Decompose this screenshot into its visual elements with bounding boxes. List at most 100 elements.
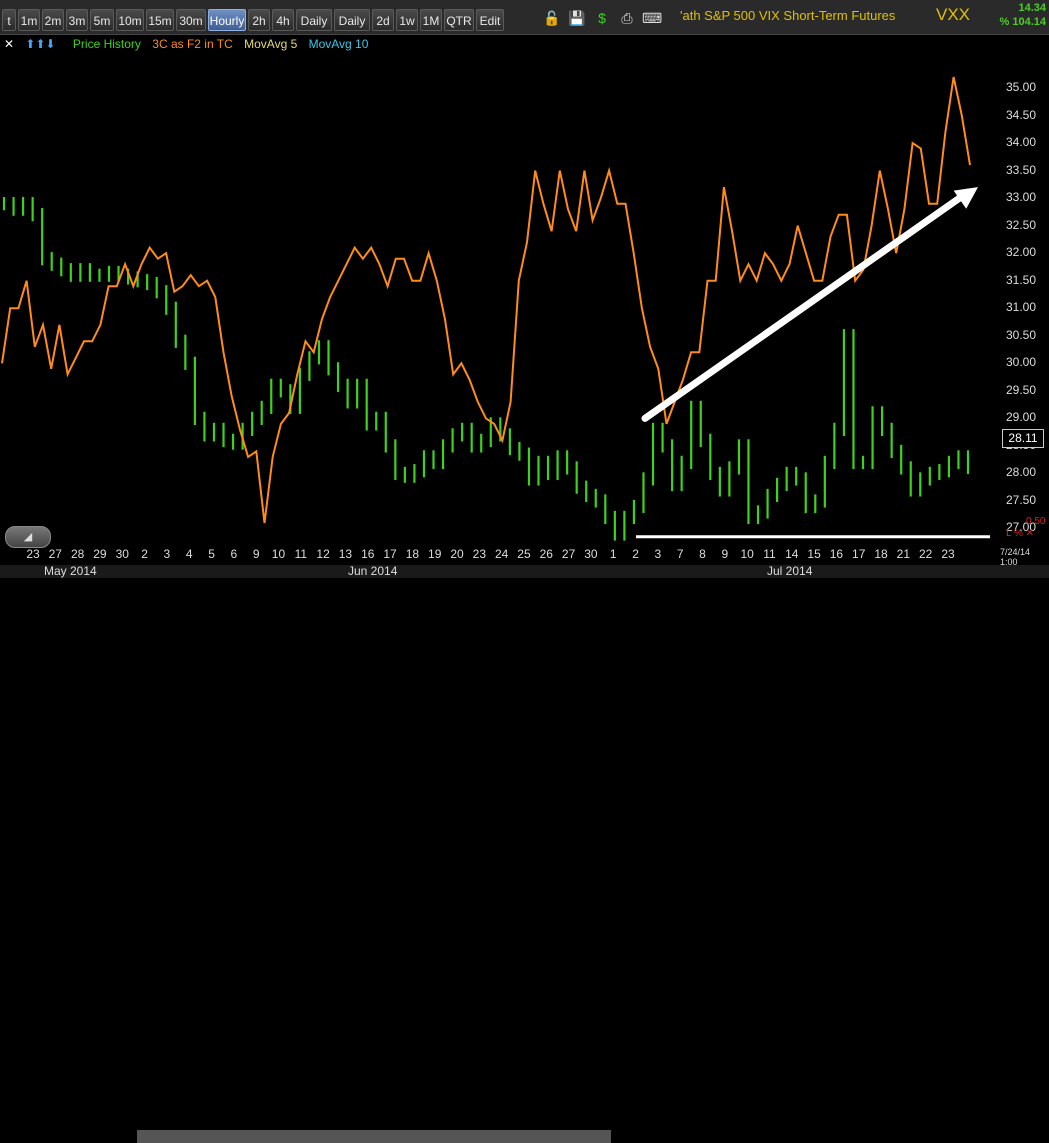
timeframe-2h-9[interactable]: 2h	[248, 9, 270, 31]
x-tick-day: 3	[163, 547, 171, 561]
timeframe-30m-7[interactable]: 30m	[176, 9, 206, 31]
chart-title: 'ath S&P 500 VIX Short-Term Futures	[680, 8, 896, 23]
x-tick-day: 21	[896, 547, 911, 561]
x-tick-day: 23	[472, 547, 487, 561]
y-tick-label: 31.50	[1006, 272, 1037, 287]
percent-change-header: % 104.14	[999, 16, 1046, 28]
y-axis-min-label: 0.50	[1026, 516, 1046, 527]
y-tick-label: 30.50	[1006, 327, 1037, 342]
print-icon[interactable]: ⎙	[617, 8, 637, 28]
x-month-label: Jun 2014	[348, 564, 398, 578]
timeframe-1m-15[interactable]: 1M	[420, 9, 442, 31]
timeframe-1m-1[interactable]: 1m	[18, 9, 40, 31]
x-tick-day: 9	[721, 547, 729, 561]
y-tick-label: 31.00	[1006, 300, 1037, 315]
reorder-arrows-icon[interactable]: ⬆⬆⬇	[25, 37, 55, 51]
x-tick-day: 30	[584, 547, 598, 561]
indicator-marker: L % ✕	[1006, 528, 1035, 539]
x-tick-day: 17	[852, 547, 866, 561]
timeframe-daily-12[interactable]: Daily	[334, 9, 370, 31]
x-tick-day: 14	[785, 547, 799, 561]
x-tick-day: 18	[405, 547, 420, 561]
x-tick-day: 4	[185, 547, 193, 561]
x-tick-day: 28	[70, 547, 85, 561]
legend-movavg10[interactable]: MovAvg 10	[309, 37, 369, 51]
lock-icon[interactable]: 🔓	[542, 8, 562, 28]
timeframe-4h-10[interactable]: 4h	[272, 9, 294, 31]
x-tick-day: 1	[609, 547, 617, 561]
x-tick-day: 25	[517, 547, 531, 561]
y-tick-label: 29.50	[1006, 382, 1037, 397]
timeframe-daily-11[interactable]: Daily	[296, 9, 332, 31]
timeframe-1w-14[interactable]: 1w	[396, 9, 418, 31]
x-tick-day: 27	[48, 547, 62, 561]
y-tick-label: 27.50	[1006, 492, 1037, 507]
x-tick-day: 10	[271, 547, 286, 561]
y-tick-label: 32.50	[1006, 217, 1037, 232]
close-icon[interactable]: ✕	[4, 37, 14, 51]
x-tick-day: 7	[676, 547, 684, 561]
x-axis-days: 23 27 28 29 30 2 3 4 5 6 9 10 11 12 13 16 17 18 19 20 23 24 25…	[0, 547, 1000, 565]
y-tick-label: 33.00	[1006, 190, 1037, 205]
x-tick-day: 24	[494, 547, 509, 561]
x-tick-day: 12	[316, 547, 330, 561]
x-tick-day: 2	[141, 547, 148, 561]
last-price-box: 28.11	[1002, 429, 1044, 448]
y-tick-label: 32.00	[1006, 245, 1037, 260]
x-tick-day: 8	[699, 547, 706, 561]
legend: ✕ ⬆⬆⬇ Price History 3C as F2 in TC MovAv…	[4, 37, 376, 55]
x-tick-day: 6	[230, 547, 238, 561]
x-month-label: Jul 2014	[767, 564, 813, 578]
timeframe-t-0[interactable]: t	[2, 9, 16, 31]
timeframe-10m-5[interactable]: 10m	[116, 9, 144, 31]
x-tick-day: 3	[654, 547, 662, 561]
timeframe-5m-4[interactable]: 5m	[90, 9, 114, 31]
x-tick-day: 13	[338, 547, 353, 561]
timeframe-2d-13[interactable]: 2d	[372, 9, 394, 31]
x-tick-day: 30	[115, 547, 129, 561]
x-tick-day: 16	[361, 547, 375, 561]
x-tick-day: 20	[450, 547, 464, 561]
x-tick-day: 11	[294, 547, 308, 561]
range-strip[interactable]	[137, 1130, 611, 1143]
timeframe-qtr-16[interactable]: QTR	[444, 9, 474, 31]
x-tick-day: 27	[561, 547, 576, 561]
timeframe-15m-6[interactable]: 15m	[146, 9, 174, 31]
y-tick-label: 28.00	[1006, 465, 1037, 480]
x-tick-day: 10	[740, 547, 754, 561]
timeframe-3m-3[interactable]: 3m	[66, 9, 88, 31]
date-stamp: 7/24/14 1:00	[1000, 547, 1031, 567]
x-tick-day: 17	[383, 547, 397, 561]
y-tick-label: 30.00	[1006, 355, 1037, 370]
dollar-icon[interactable]: $	[592, 8, 612, 28]
save-icon[interactable]: 💾	[567, 8, 587, 28]
timeframe-2m-2[interactable]: 2m	[42, 9, 64, 31]
legend-price-history[interactable]: Price History	[73, 37, 141, 51]
legend-indicator[interactable]: 3C as F2 in TC	[152, 37, 232, 51]
symbol-label: VXX	[936, 5, 971, 24]
price-chart[interactable]	[0, 55, 1000, 545]
x-tick-day: 16	[829, 547, 844, 561]
y-tick-label: 33.50	[1006, 162, 1037, 177]
x-month-label: May 2014	[44, 564, 97, 578]
y-tick-label: 34.00	[1006, 135, 1037, 150]
scroll-handle[interactable]: ◢	[5, 526, 51, 548]
y-tick-label: 35.00	[1006, 80, 1037, 95]
keyboard-icon[interactable]: ⌨	[642, 8, 662, 28]
x-tick-day: 9	[252, 547, 260, 561]
x-tick-day: 2	[632, 547, 639, 561]
x-tick-day: 5	[208, 547, 215, 561]
legend-movavg5[interactable]: MovAvg 5	[244, 37, 297, 51]
x-tick-day: 19	[428, 547, 442, 561]
timeframe-edit-17[interactable]: Edit	[476, 9, 504, 31]
x-tick-day: 29	[93, 547, 107, 561]
last-price-header: 14.34	[1018, 2, 1046, 14]
x-tick-day: 22	[918, 547, 933, 561]
y-tick-label: 34.50	[1006, 107, 1037, 122]
x-tick-day: 23	[941, 547, 955, 561]
x-tick-day: 26	[539, 547, 553, 561]
y-tick-label: 29.00	[1006, 410, 1037, 425]
x-tick-day: 15	[807, 547, 821, 561]
timeframe-hourly-8[interactable]: Hourly	[208, 9, 246, 31]
x-tick-day: 18	[874, 547, 888, 561]
